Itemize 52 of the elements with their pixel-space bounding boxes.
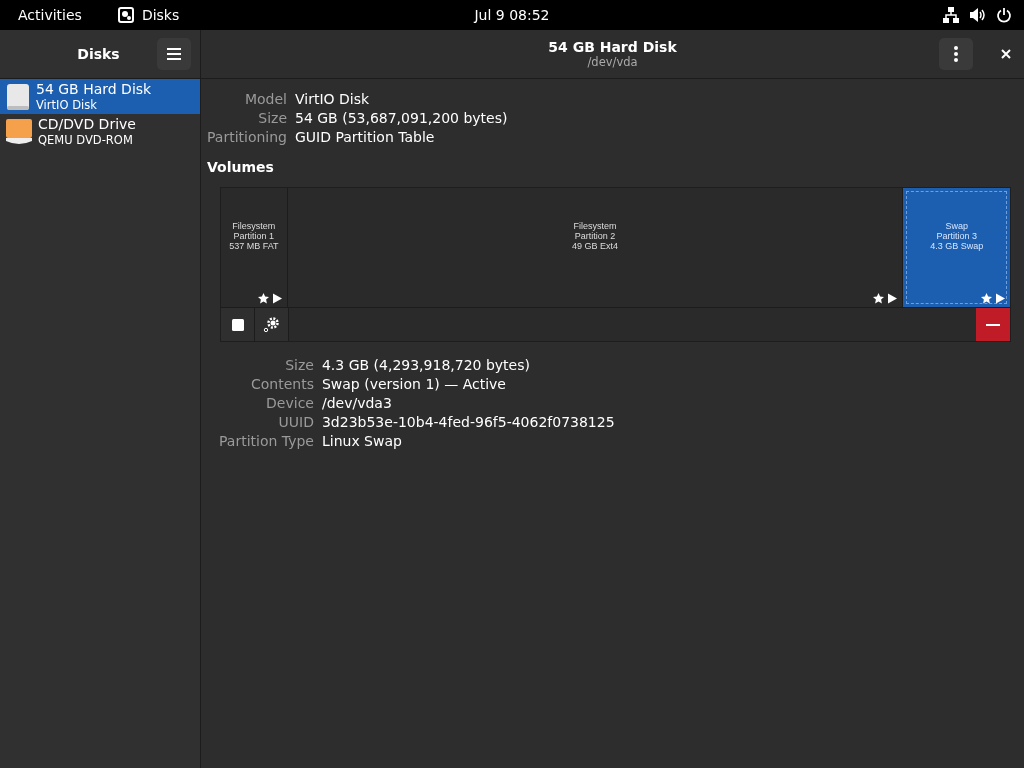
sidebar-title: Disks [76, 46, 121, 62]
window-title: 54 GB Hard Disk [548, 39, 677, 55]
field-value: 4.3 GB (4,293,918,720 bytes) [321, 356, 531, 375]
field-label: Contents [249, 375, 314, 394]
partition-label: Filesystem Partition 1 537 MB FAT [229, 220, 279, 251]
close-icon [1001, 49, 1011, 59]
delete-partition-button[interactable] [976, 308, 1010, 341]
settings-button[interactable] [255, 308, 289, 341]
activities-button[interactable]: Activities [18, 7, 82, 23]
mounted-star-play-icon [873, 293, 899, 304]
stop-icon [231, 318, 244, 331]
disk-list-item[interactable]: 54 GB Hard Disk VirtIO Disk [0, 79, 200, 114]
disk-model: QEMU DVD-ROM [38, 133, 134, 147]
field-value: Linux Swap [321, 432, 403, 451]
field-value: GUID Partition Table [295, 128, 436, 147]
app-name[interactable]: Disks [141, 7, 180, 23]
field-label: Model [243, 90, 287, 109]
more-icon [954, 46, 958, 62]
field-value: Swap (version 1) — Active [321, 375, 507, 394]
field-value: VirtIO Disk [295, 90, 371, 109]
mounted-star-play-icon [981, 293, 1006, 304]
network-icon[interactable] [943, 7, 959, 23]
partition-label: Filesystem Partition 2 49 GB Ext4 [572, 220, 619, 251]
field-label: Size [257, 109, 287, 128]
volume-icon[interactable] [969, 7, 986, 23]
menu-button[interactable] [157, 38, 191, 70]
disk-model: VirtIO Disk [36, 98, 98, 112]
power-icon[interactable] [996, 7, 1012, 23]
partition-label: Swap Partition 3 4.3 GB Swap [930, 220, 984, 251]
stop-button[interactable] [221, 308, 255, 341]
window-subtitle: /dev/vda [587, 55, 638, 69]
menu-icon [167, 48, 181, 60]
optical-drive-icon [6, 117, 32, 146]
field-label: Size [284, 356, 314, 375]
field-value: 3d23b53e-10b4-4fed-96f5-4062f0738125 [321, 413, 616, 432]
disk-name: 54 GB Hard Disk [36, 81, 152, 98]
field-value: /dev/vda3 [321, 394, 393, 413]
minus-icon [986, 323, 1000, 326]
more-options-button[interactable] [939, 38, 973, 70]
gear-icon [263, 316, 280, 333]
field-value: 54 GB (53,687,091,200 bytes) [295, 109, 509, 128]
clock[interactable]: Jul 9 08:52 [474, 7, 550, 23]
partition-block[interactable]: Swap Partition 3 4.3 GB Swap [903, 188, 1010, 307]
field-label: UUID [277, 413, 314, 432]
disk-name: CD/DVD Drive [38, 116, 136, 133]
mounted-star-play-icon [257, 293, 283, 304]
field-label: Device [265, 394, 314, 413]
disk-app-icon[interactable] [117, 7, 134, 23]
section-heading: Volumes [207, 159, 275, 175]
field-label: Partitioning [207, 128, 287, 147]
disk-list-item[interactable]: CD/DVD Drive QEMU DVD-ROM [0, 114, 200, 149]
field-label: Partition Type [219, 432, 314, 451]
